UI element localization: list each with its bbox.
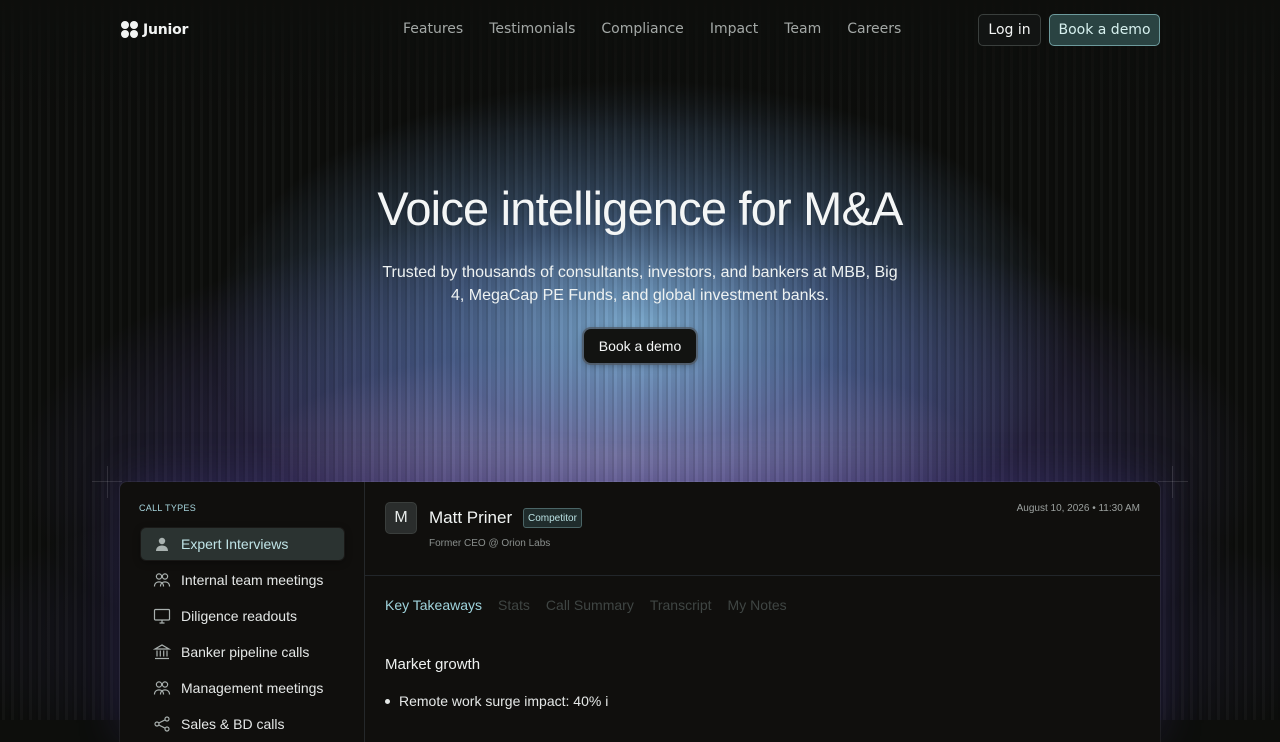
sidebar-item-sales-bd-calls[interactable]: Sales & BD calls [141,708,344,740]
hero-subtitle: Trusted by thousands of consultants, inv… [382,264,898,304]
nav-link-testimonials[interactable]: Testimonials [489,21,575,37]
decorative-crosshair-right-vertical [1172,466,1173,498]
status-badge: Competitor [523,508,582,528]
tab-my-notes[interactable]: My Notes [728,597,787,613]
sidebar-item-internal-team-meetings[interactable]: Internal team meetings [141,564,344,596]
sidebar-item-label: Management meetings [181,680,324,696]
sidebar-item-diligence-readouts[interactable]: Diligence readouts [141,600,344,632]
call-timestamp: August 10, 2026 • 11:30 AM [1016,503,1140,514]
sidebar-item-label: Sales & BD calls [181,716,285,732]
nav-links: Features Testimonials Compliance Impact … [403,21,901,37]
contact-name: Matt Priner [429,508,513,527]
sidebar-heading: CALL TYPES [139,503,197,513]
team-icon [153,679,171,697]
decorative-crosshair-left-vertical [107,466,108,498]
nav-link-features[interactable]: Features [403,21,463,37]
brand-logo[interactable]: Junior [121,21,188,38]
sidebar-item-label: Internal team meetings [181,572,324,588]
call-types-sidebar: CALL TYPES Expert Interviews Internal te… [120,482,365,742]
tab-transcript[interactable]: Transcript [650,597,712,613]
sidebar-item-management-meetings[interactable]: Management meetings [141,672,344,704]
call-detail: M Matt Priner Competitor Former CEO @ Or… [365,482,1160,742]
sidebar-item-label: Banker pipeline calls [181,644,310,660]
sidebar-item-label: Diligence readouts [181,608,297,624]
nav-link-compliance[interactable]: Compliance [601,21,683,37]
app-preview-panel: CALL TYPES Expert Interviews Internal te… [120,482,1160,742]
login-button[interactable]: Log in [978,14,1041,46]
sidebar-item-expert-interviews[interactable]: Expert Interviews [141,528,344,560]
nav-link-team[interactable]: Team [784,21,821,37]
brand-name: Junior [143,21,189,38]
nav-link-careers[interactable]: Careers [847,21,901,37]
avatar: M [385,502,417,534]
team-icon [153,571,171,589]
decorative-crosshair-right [1158,481,1188,482]
user-icon [153,535,171,553]
sidebar-item-banker-pipeline-calls[interactable]: Banker pipeline calls [141,636,344,668]
top-navigation: Junior Features Testimonials Compliance … [0,0,1280,60]
section-title: Market growth [385,656,481,673]
tab-stats[interactable]: Stats [498,597,530,613]
contact-role: Former CEO @ Orion Labs [429,538,551,549]
logo-icon [121,21,138,38]
bullet-icon [385,698,390,704]
bank-icon [153,643,171,661]
tab-call-summary[interactable]: Call Summary [546,597,634,613]
nav-link-impact[interactable]: Impact [710,21,758,37]
divider [365,575,1160,576]
hero-title: Voice intelligence for M&A [377,182,903,235]
list-item: Remote work surge impact: 40% i [385,693,608,709]
book-demo-hero-button[interactable]: Book a demo [584,329,696,363]
share-icon [153,715,171,733]
book-demo-nav-button[interactable]: Book a demo [1049,14,1160,46]
tab-key-takeaways[interactable]: Key Takeaways [385,597,482,613]
presentation-icon [153,607,171,625]
list-item-text: Remote work surge impact: 40% i [399,693,609,709]
sidebar-item-label: Expert Interviews [181,536,289,552]
call-tabs: Key Takeaways Stats Call Summary Transcr… [385,597,787,613]
